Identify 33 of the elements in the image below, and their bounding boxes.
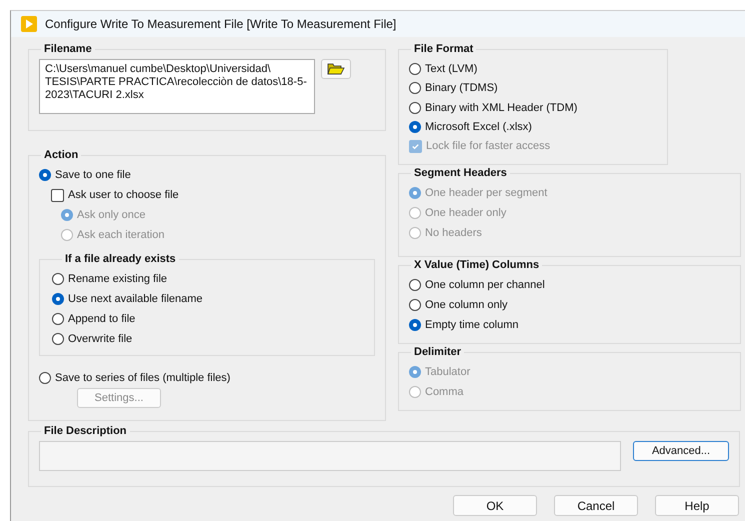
- radio-option[interactable]: Empty time column: [409, 315, 730, 335]
- description-field[interactable]: [39, 441, 621, 471]
- group-title: Action: [41, 149, 82, 161]
- group-title: File Description: [41, 425, 130, 437]
- radio-option[interactable]: One column only: [409, 295, 730, 315]
- radio-option[interactable]: Use next available filename: [52, 289, 364, 309]
- browse-button[interactable]: [321, 59, 351, 79]
- radio-option[interactable]: Binary (TDMS): [409, 78, 657, 98]
- radio-option[interactable]: One column per channel: [409, 275, 730, 295]
- radio-option[interactable]: Binary with XML Header (TDM): [409, 98, 657, 118]
- group-title: File Format: [411, 43, 476, 55]
- checkmark-icon: [411, 142, 420, 151]
- group-title: Delimiter: [411, 346, 464, 358]
- window-title: Configure Write To Measurement File [Write To Measurement File]: [45, 17, 396, 31]
- radio-option[interactable]: Append to file: [52, 309, 364, 329]
- dialog-button[interactable]: OK: [453, 495, 537, 516]
- radio-option[interactable]: Text (LVM): [409, 59, 657, 78]
- checkbox-option[interactable]: Ask user to choose file: [51, 185, 375, 205]
- radio-option[interactable]: Microsoft Excel (.xlsx): [409, 117, 657, 137]
- advanced-button[interactable]: Advanced...: [633, 441, 729, 461]
- radio-option[interactable]: Save to one file: [39, 165, 375, 185]
- radio-option[interactable]: Save to series of files (multiple files): [39, 368, 375, 388]
- radio-option[interactable]: Rename existing file: [52, 269, 364, 289]
- radio-option[interactable]: Overwrite file: [52, 329, 364, 349]
- folder-icon: [327, 63, 345, 75]
- app-icon: [21, 16, 37, 32]
- group-title: X Value (Time) Columns: [411, 259, 542, 271]
- dialog-button[interactable]: Help: [655, 495, 739, 516]
- group-title: Segment Headers: [411, 167, 510, 179]
- group-title: Filename: [41, 43, 95, 55]
- filename-field[interactable]: C:\Users\manuel cumbe\Desktop\Universidad\ TESIS\PARTE PRACTICA\recolecciòn de datos\18-5-2023\TACURI 2.xlsx: [39, 59, 315, 114]
- dialog-button[interactable]: Cancel: [554, 495, 638, 516]
- group-title: If a file already exists: [62, 253, 179, 265]
